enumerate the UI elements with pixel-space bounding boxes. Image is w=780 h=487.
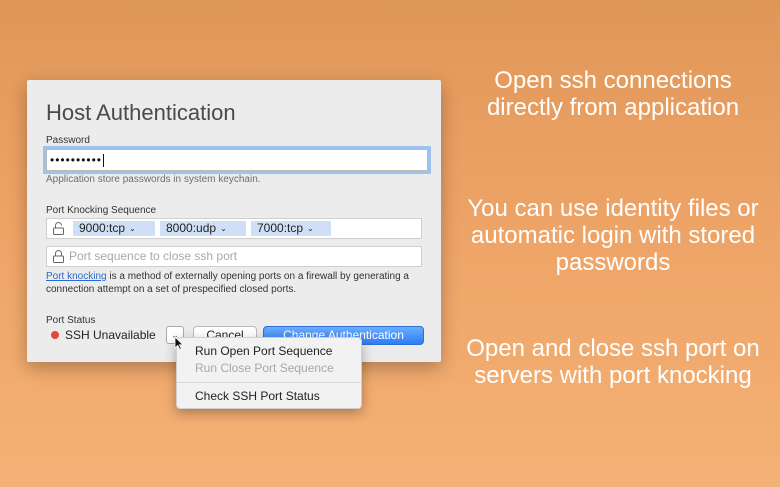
port-status-label: Port Status (46, 315, 96, 326)
port-token[interactable]: 7000:tcp ⌄ (251, 221, 331, 236)
token-label: 7000:tcp (257, 221, 304, 235)
port-knocking-description: Port knocking is a method of externally … (46, 270, 426, 296)
unlocked-lock-icon (53, 222, 64, 235)
mouse-pointer-icon (174, 336, 184, 350)
chevron-down-icon: ⌄ (307, 224, 314, 233)
caption-identity-files: You can use identity files or automatic … (467, 195, 759, 276)
port-token[interactable]: 9000:tcp ⌄ (73, 221, 155, 236)
menu-item-run-close: Run Close Port Sequence (195, 361, 334, 375)
password-label: Password (46, 135, 90, 146)
caption-ssh-connections: Open ssh connections directly from appli… (486, 67, 740, 121)
port-actions-menu: Run Open Port Sequence Run Close Port Se… (176, 337, 362, 409)
password-hint: Application store passwords in system ke… (46, 174, 261, 185)
menu-separator (177, 382, 361, 383)
token-label: 8000:udp (166, 221, 217, 235)
host-authentication-dialog: Host Authentication Password •••••••••• … (27, 80, 441, 362)
port-knocking-label: Port Knocking Sequence (46, 205, 157, 216)
caption-port-knocking: Open and close ssh port on servers with … (466, 335, 760, 389)
chevron-down-icon: ⌄ (220, 224, 227, 233)
password-input[interactable]: •••••••••• (46, 149, 428, 171)
close-sequence-field[interactable]: Port sequence to close ssh port (46, 246, 422, 267)
close-sequence-placeholder: Port sequence to close ssh port (69, 249, 238, 263)
token-label: 9000:tcp (79, 221, 126, 235)
menu-item-run-open[interactable]: Run Open Port Sequence (195, 344, 332, 358)
chevron-down-icon: ⌄ (129, 224, 136, 233)
port-knocking-link[interactable]: Port knocking (46, 271, 107, 282)
port-token[interactable]: 8000:udp ⌄ (160, 221, 246, 236)
dialog-title: Host Authentication (46, 100, 236, 125)
status-text: SSH Unavailable (65, 328, 156, 342)
status-indicator-dot (51, 331, 59, 339)
open-sequence-field[interactable]: 9000:tcp ⌄ 8000:udp ⌄ 7000:tcp ⌄ (46, 218, 422, 239)
lock-icon (53, 250, 64, 263)
menu-item-check-status[interactable]: Check SSH Port Status (195, 389, 320, 403)
